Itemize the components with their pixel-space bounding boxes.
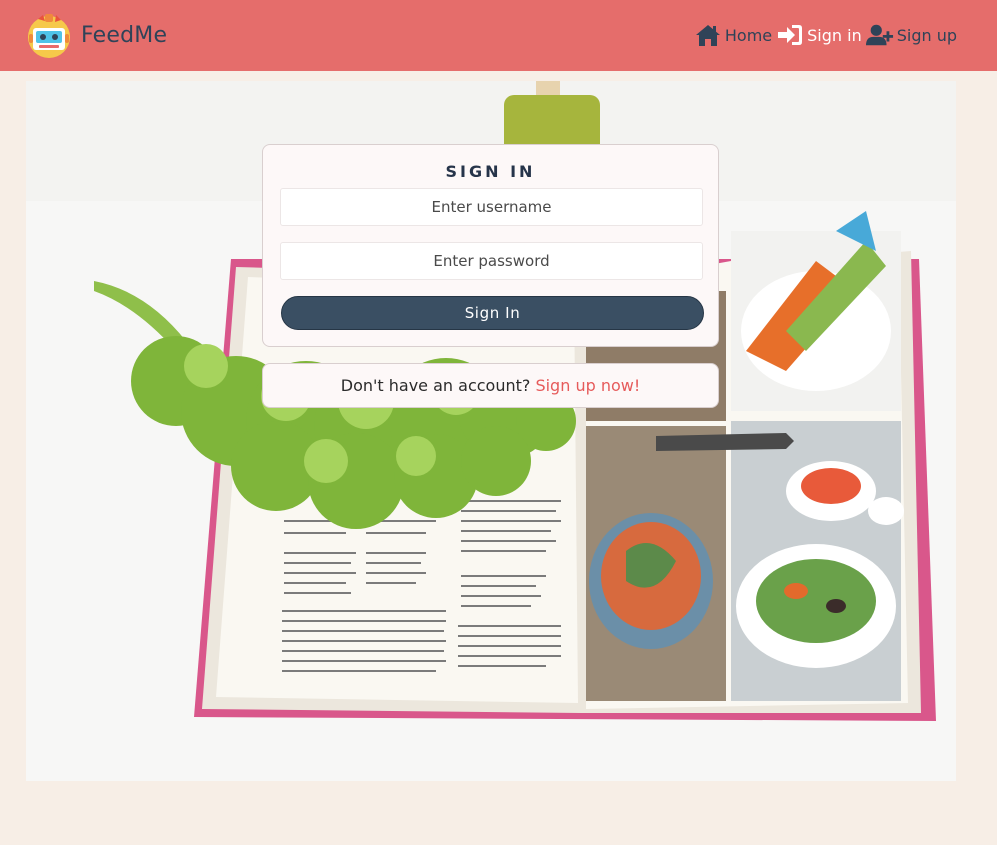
nav-signin-label: Sign in <box>807 25 862 45</box>
nav-home-link[interactable]: Home <box>694 22 772 48</box>
nav-home-label: Home <box>724 25 773 45</box>
password-input[interactable] <box>280 242 703 280</box>
nav-signup-label: Sign up <box>896 25 957 45</box>
add-user-icon <box>865 24 893 46</box>
signup-prompt-text: Don't have an account? <box>340 376 536 395</box>
nav-signup-link[interactable]: Sign up <box>865 22 957 48</box>
signin-title: SIGN IN <box>445 162 536 181</box>
nav-links: Home Sign in Sign up <box>690 22 957 48</box>
signin-card: SIGN IN Sign In <box>262 144 719 347</box>
robot-chef-logo-icon <box>28 14 70 58</box>
username-input[interactable] <box>280 188 703 226</box>
signup-prompt-card: Don't have an account? Sign up now! <box>262 363 719 408</box>
brand-name: FeedMe <box>81 22 168 48</box>
signup-now-link[interactable]: Sign up now! <box>535 376 640 395</box>
signin-submit-button[interactable]: Sign In <box>281 296 704 330</box>
navbar: FeedMe Home Sign in Sign up <box>0 0 997 71</box>
brand[interactable]: FeedMe <box>26 12 167 58</box>
nav-signin-link[interactable]: Sign in <box>776 22 862 48</box>
home-icon <box>695 25 720 46</box>
sign-in-icon <box>778 25 803 45</box>
